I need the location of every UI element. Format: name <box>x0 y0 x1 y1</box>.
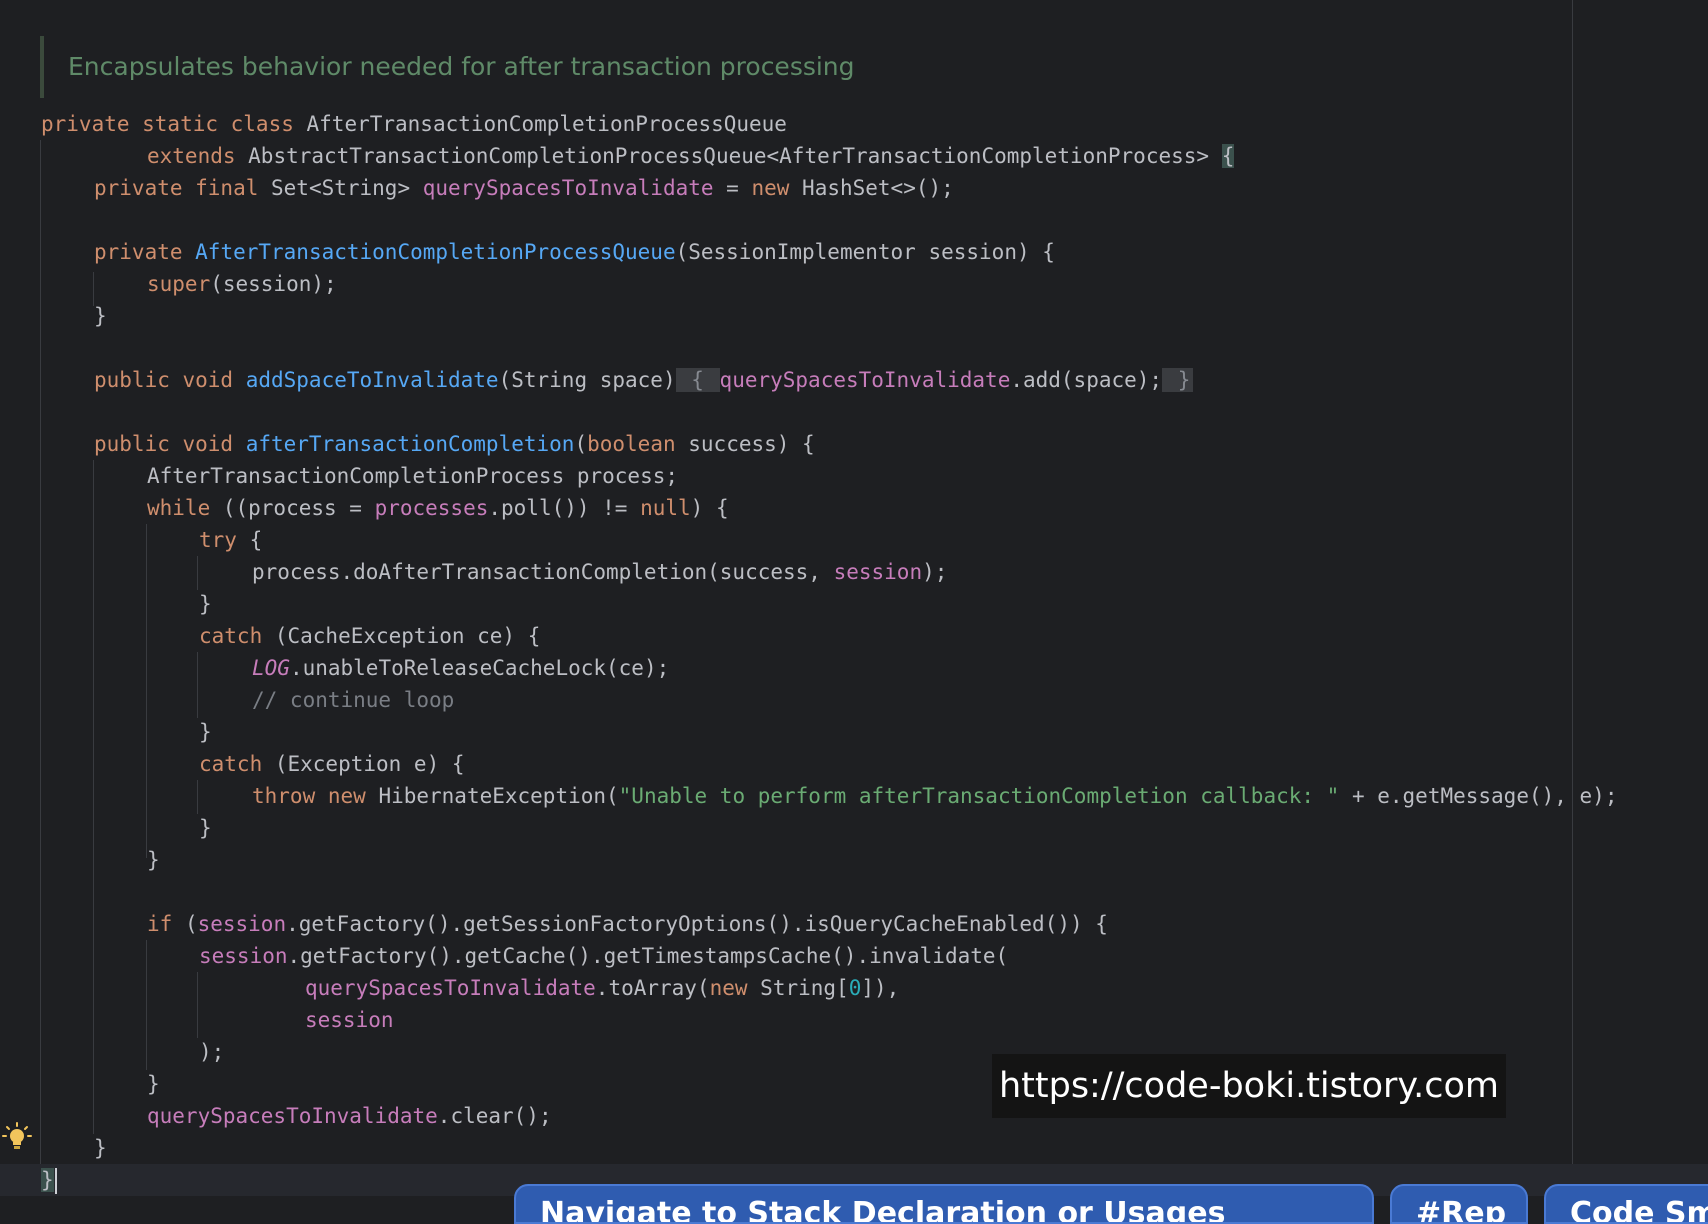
watermark-url: https://code-boki.tistory.com <box>992 1054 1506 1118</box>
code-line[interactable]: LOG.unableToReleaseCacheLock(ce); <box>0 652 669 684</box>
lightbulb-icon[interactable] <box>2 1122 32 1152</box>
folded-region[interactable]: { <box>675 368 720 392</box>
code-line[interactable]: private AfterTransactionCompletionProces… <box>0 236 1055 268</box>
code-line[interactable]: public void addSpaceToInvalidate(String … <box>0 364 1194 396</box>
doc-comment: Encapsulates behavior needed for after t… <box>40 36 940 98</box>
code-line[interactable]: while ((process = processes.poll()) != n… <box>0 492 729 524</box>
code-line[interactable]: } <box>0 1164 57 1196</box>
code-line[interactable]: session <box>0 1004 394 1036</box>
matched-brace: } <box>41 1168 54 1192</box>
bottom-tab-navigate[interactable]: Navigate to Stack Declaration or Usages <box>514 1184 1374 1224</box>
bottom-tab-rep[interactable]: #Rep <box>1390 1184 1528 1224</box>
code-line[interactable]: AfterTransactionCompletionProcess proces… <box>0 460 678 492</box>
code-line[interactable]: throw new HibernateException("Unable to … <box>0 780 1617 812</box>
code-line[interactable]: private static class AfterTransactionCom… <box>0 108 787 140</box>
text-caret <box>54 1168 57 1194</box>
code-line[interactable]: public void afterTransactionCompletion(b… <box>0 428 815 460</box>
folded-region[interactable]: } <box>1162 368 1194 392</box>
code-line[interactable]: } <box>0 716 212 748</box>
right-margin-guide <box>1572 0 1573 1212</box>
code-line[interactable]: } <box>0 300 107 332</box>
code-line[interactable]: extends AbstractTransactionCompletionPro… <box>0 140 1235 172</box>
code-line[interactable]: } <box>0 1068 160 1100</box>
code-line[interactable]: querySpacesToInvalidate.toArray(new Stri… <box>0 972 899 1004</box>
bottom-tab-code-smell[interactable]: Code Smell <box>1544 1184 1708 1224</box>
code-line[interactable]: session.getFactory().getCache().getTimes… <box>0 940 1008 972</box>
matched-brace: { <box>1221 144 1235 168</box>
code-line[interactable]: try { <box>0 524 262 556</box>
line-comment: // continue loop <box>252 688 455 712</box>
code-editor[interactable]: Encapsulates behavior needed for after t… <box>0 0 1708 1224</box>
code-line[interactable]: if (session.getFactory().getSessionFacto… <box>0 908 1108 940</box>
string-literal: "Unable to perform afterTransactionCompl… <box>618 784 1340 808</box>
code-line[interactable]: } <box>0 812 212 844</box>
code-line[interactable]: } <box>0 844 160 876</box>
code-line[interactable]: } <box>0 588 212 620</box>
code-line[interactable]: querySpacesToInvalidate.clear(); <box>0 1100 552 1132</box>
code-line[interactable]: private final Set<String> querySpacesToI… <box>0 172 954 204</box>
code-line[interactable]: // continue loop <box>0 684 454 716</box>
code-line[interactable]: catch (Exception e) { <box>0 748 465 780</box>
code-line[interactable]: super(session); <box>0 268 337 300</box>
code-line[interactable]: process.doAfterTransactionCompletion(suc… <box>0 556 947 588</box>
code-line[interactable]: ); <box>0 1036 224 1068</box>
code-line[interactable]: catch (CacheException ce) { <box>0 620 540 652</box>
